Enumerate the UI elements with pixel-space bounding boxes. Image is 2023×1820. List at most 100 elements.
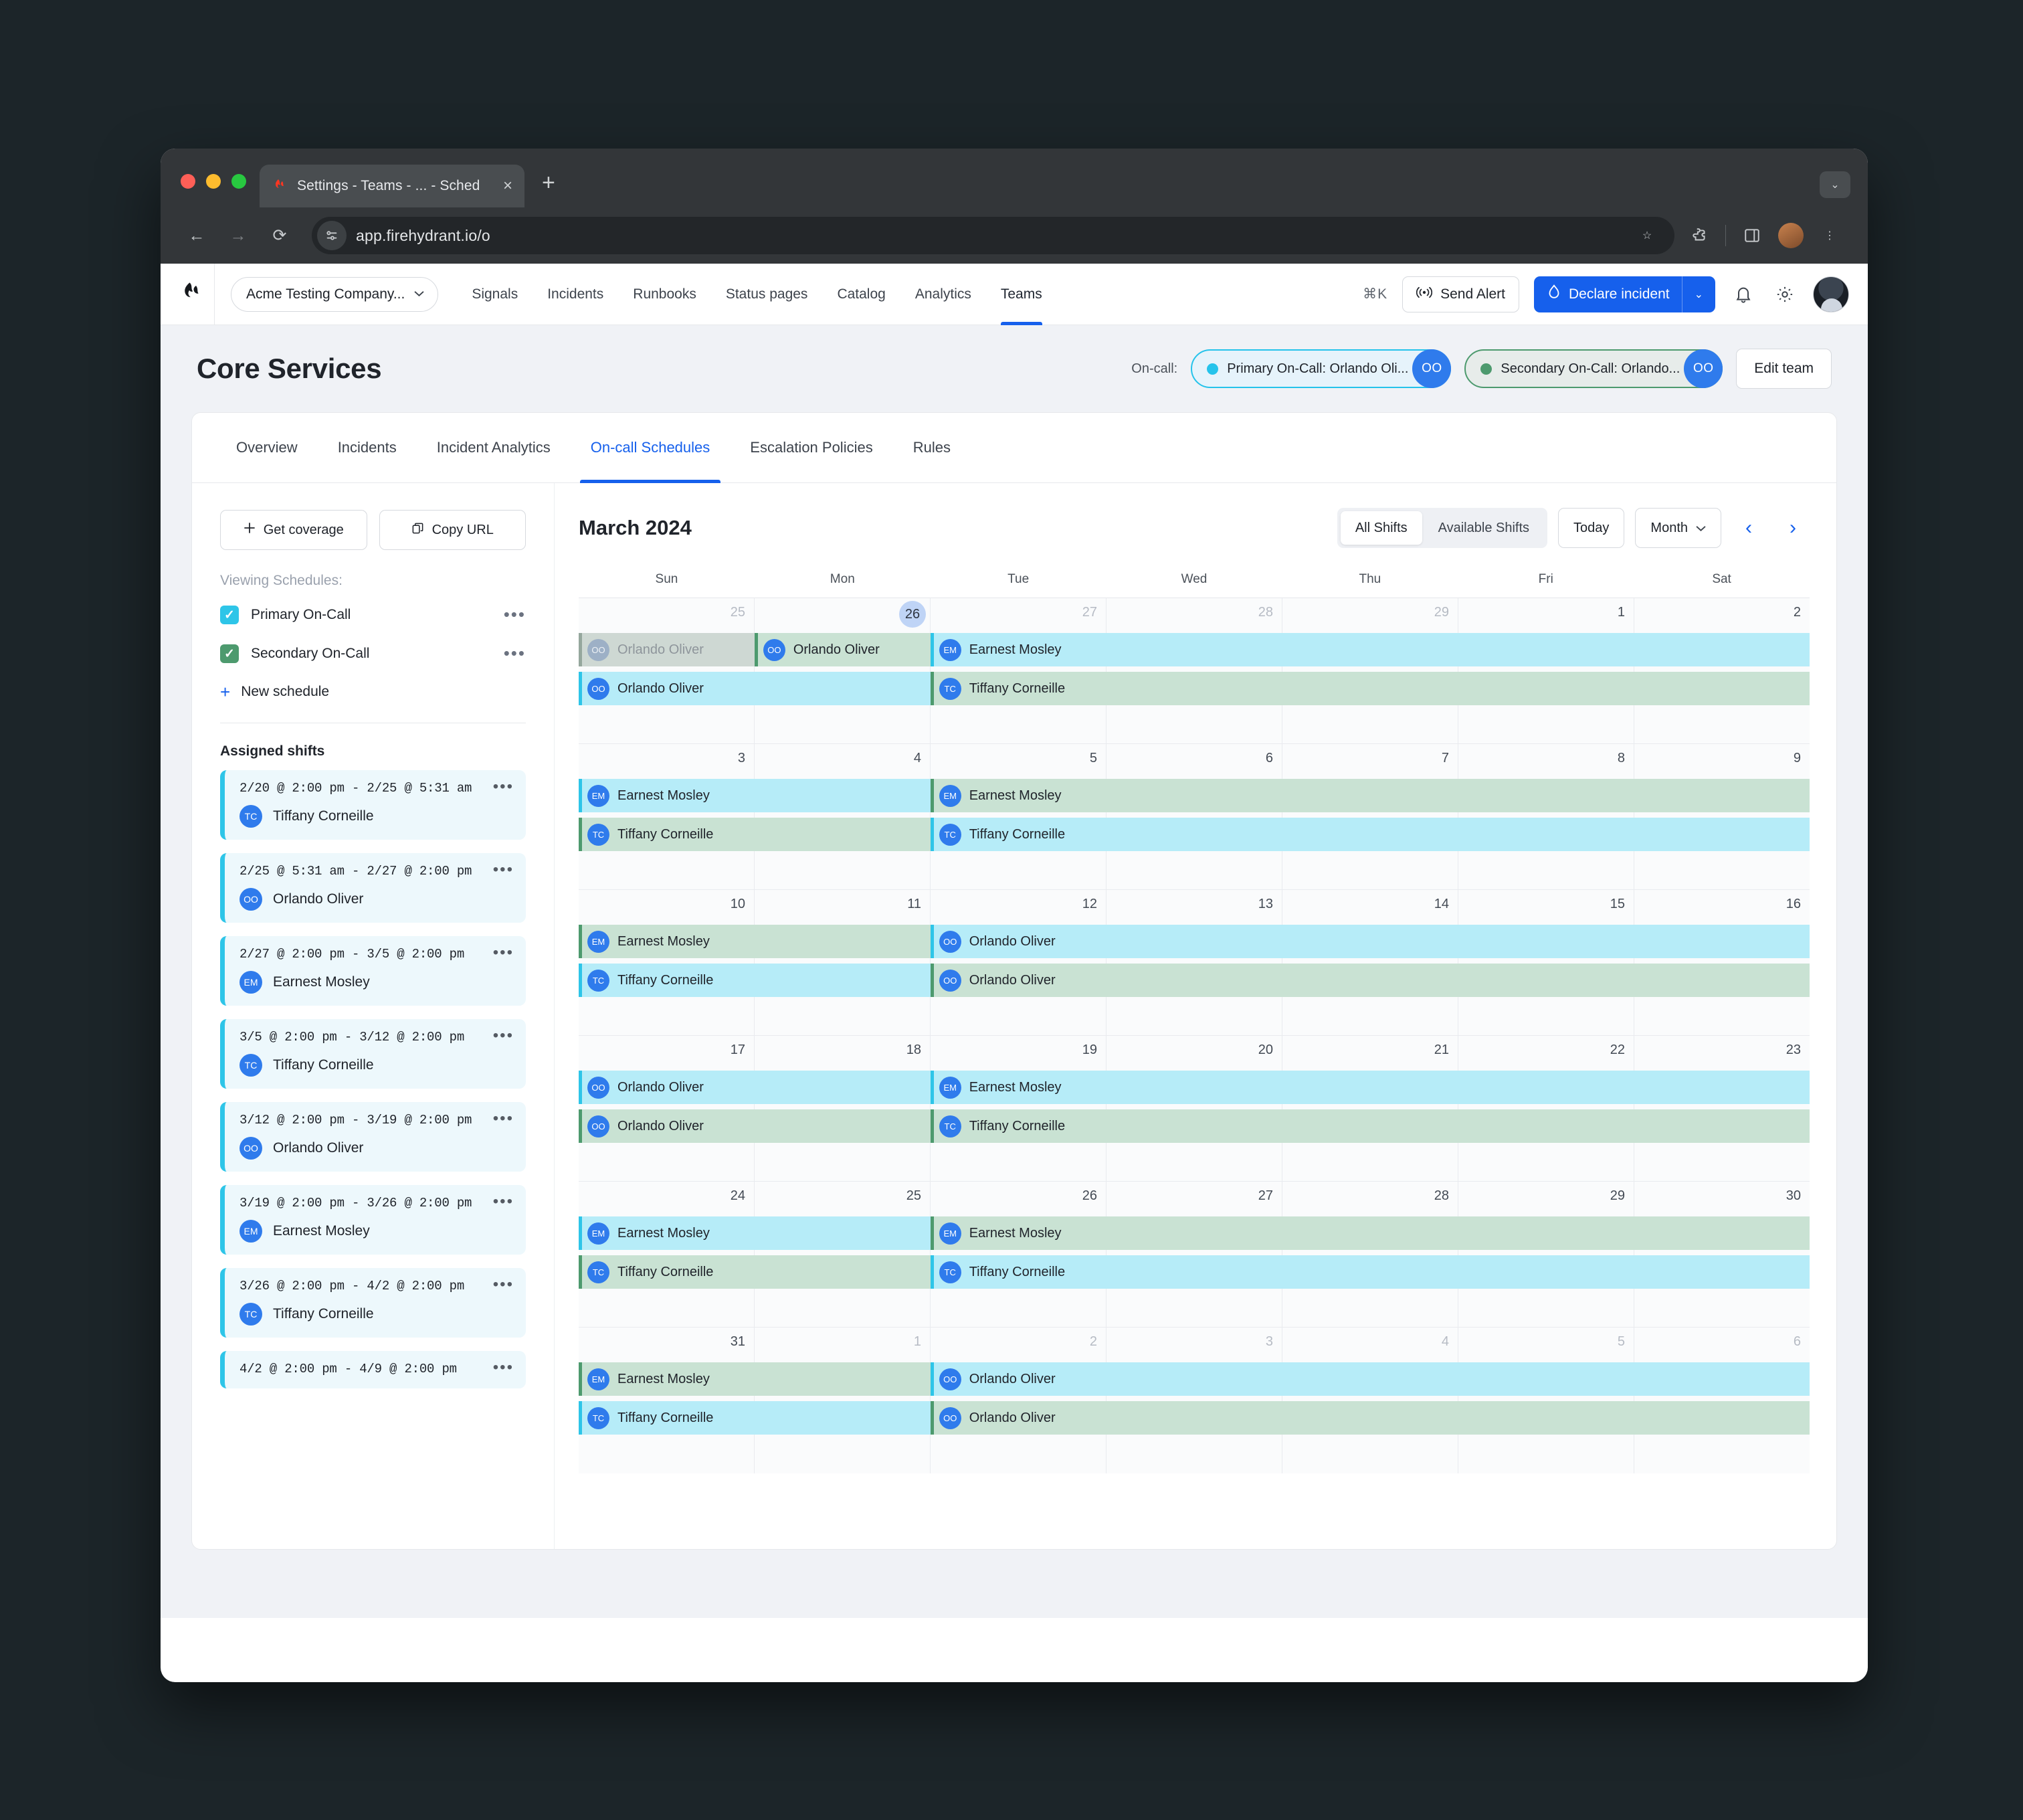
shift-menu-icon[interactable]: ••• — [493, 1359, 514, 1376]
close-tab-icon[interactable]: × — [500, 178, 515, 194]
edit-team-button[interactable]: Edit team — [1736, 349, 1832, 389]
side-panel-icon[interactable] — [1741, 224, 1763, 247]
firehydrant-logo-icon[interactable] — [175, 282, 211, 307]
shift-event[interactable]: TC Tiffany Corneille — [930, 818, 1810, 851]
shift-event[interactable]: TC Tiffany Corneille — [930, 1255, 1810, 1289]
shift-event[interactable]: OO Orlando Oliver — [579, 672, 931, 705]
shift-card[interactable]: 2/25 @ 5:31 am - 2/27 @ 2:00 pm ••• OO Orla… — [220, 853, 526, 923]
shift-event[interactable]: EM Earnest Mosley — [930, 633, 1810, 666]
nav-link-signals[interactable]: Signals — [457, 264, 533, 325]
tab-list-chevron-icon[interactable]: ⌄ — [1820, 171, 1850, 198]
shift-event[interactable]: TC Tiffany Corneille — [579, 1401, 931, 1435]
schedule-row-primary[interactable]: ✓ Primary On-Call ••• — [220, 596, 526, 634]
primary-oncall-pill[interactable]: Primary On-Call: Orlando Oli... OO — [1191, 349, 1452, 388]
shift-event[interactable]: EM Earnest Mosley — [579, 779, 931, 812]
shift-event[interactable]: EM Earnest Mosley — [930, 779, 1810, 812]
plus-icon: + — [220, 681, 231, 702]
previous-period-button[interactable]: ‹ — [1732, 509, 1765, 547]
close-window-button[interactable] — [181, 174, 195, 189]
shift-card[interactable]: 2/20 @ 2:00 pm - 2/25 @ 5:31 am ••• TC Tiff… — [220, 770, 526, 840]
reload-button[interactable]: ⟳ — [261, 217, 298, 254]
shift-card[interactable]: 3/12 @ 2:00 pm - 3/19 @ 2:00 pm ••• OO Orla… — [220, 1102, 526, 1172]
shift-event[interactable]: TC Tiffany Corneille — [930, 672, 1810, 705]
minimize-window-button[interactable] — [206, 174, 221, 189]
new-tab-button[interactable]: + — [542, 171, 555, 194]
shift-card[interactable]: 3/5 @ 2:00 pm - 3/12 @ 2:00 pm ••• TC Tiffa… — [220, 1019, 526, 1089]
shift-event[interactable]: OO Orlando Oliver — [930, 1362, 1810, 1396]
nav-link-analytics[interactable]: Analytics — [900, 264, 986, 325]
forward-button[interactable]: → — [219, 217, 257, 254]
secondary-schedule-checkbox[interactable]: ✓ — [220, 644, 239, 663]
extensions-icon[interactable] — [1688, 224, 1711, 247]
address-bar[interactable]: app.firehydrant.io/o ☆ — [312, 217, 1674, 254]
shift-card[interactable]: 3/26 @ 2:00 pm - 4/2 @ 2:00 pm ••• TC Tiffa… — [220, 1268, 526, 1338]
shift-card[interactable]: 4/2 @ 2:00 pm - 4/9 @ 2:00 pm ••• — [220, 1351, 526, 1388]
declare-incident-button[interactable]: Declare incident ⌄ — [1534, 276, 1715, 312]
tab-incident-analytics[interactable]: Incident Analytics — [417, 413, 571, 482]
nav-link-status-pages[interactable]: Status pages — [711, 264, 823, 325]
shift-menu-icon[interactable]: ••• — [493, 1276, 514, 1293]
shift-menu-icon[interactable]: ••• — [493, 778, 514, 795]
shift-event[interactable]: EM Earnest Mosley — [930, 1071, 1810, 1104]
browser-menu-icon[interactable]: ⋮ — [1818, 224, 1841, 247]
nav-link-incidents[interactable]: Incidents — [533, 264, 618, 325]
shift-event[interactable]: TC Tiffany Corneille — [579, 964, 931, 997]
filter-available-shifts[interactable]: Available Shifts — [1424, 511, 1544, 545]
tab-overview[interactable]: Overview — [216, 413, 318, 482]
shift-card[interactable]: 2/27 @ 2:00 pm - 3/5 @ 2:00 pm ••• EM Earne… — [220, 936, 526, 1006]
shift-event[interactable]: OO Orlando Oliver — [579, 1071, 931, 1104]
primary-schedule-menu-icon[interactable]: ••• — [504, 606, 526, 623]
declare-chevron-down-icon[interactable]: ⌄ — [1682, 288, 1715, 301]
shift-event[interactable]: EM Earnest Mosley — [579, 1362, 931, 1396]
shift-card[interactable]: 3/19 @ 2:00 pm - 3/26 @ 2:00 pm ••• EM Earn… — [220, 1185, 526, 1255]
tab-escalation-policies[interactable]: Escalation Policies — [730, 413, 892, 482]
secondary-schedule-menu-icon[interactable]: ••• — [504, 645, 526, 662]
next-period-button[interactable]: › — [1776, 509, 1810, 547]
command-k-shortcut[interactable]: ⌘K — [1363, 286, 1387, 302]
shift-event[interactable]: OO Orlando Oliver — [930, 925, 1810, 958]
tab-rules[interactable]: Rules — [893, 413, 971, 482]
shift-menu-icon[interactable]: ••• — [493, 944, 514, 961]
shift-event[interactable]: TC Tiffany Corneille — [579, 818, 931, 851]
send-alert-button[interactable]: Send Alert — [1402, 276, 1519, 312]
nav-link-teams[interactable]: Teams — [986, 264, 1057, 325]
shift-event[interactable]: OO Orlando Oliver — [754, 633, 931, 666]
get-coverage-button[interactable]: Get coverage — [220, 510, 367, 550]
notifications-bell-icon[interactable] — [1730, 281, 1757, 308]
view-select[interactable]: Month — [1635, 508, 1721, 548]
chrome-profile-avatar[interactable] — [1778, 223, 1804, 248]
today-button[interactable]: Today — [1558, 508, 1625, 548]
shift-event[interactable]: EM Earnest Mosley — [579, 925, 931, 958]
tab-on-call-schedules[interactable]: On-call Schedules — [571, 413, 731, 483]
back-button[interactable]: ← — [178, 217, 215, 254]
shift-menu-icon[interactable]: ••• — [493, 861, 514, 878]
browser-tab[interactable]: Settings - Teams - ... - Sched × — [260, 165, 524, 207]
shift-event[interactable]: OO Orlando Oliver — [579, 633, 755, 666]
shift-event[interactable]: OO Orlando Oliver — [579, 1109, 931, 1143]
secondary-oncall-pill[interactable]: Secondary On-Call: Orlando... OO — [1464, 349, 1723, 388]
shift-menu-icon[interactable]: ••• — [493, 1193, 514, 1210]
new-schedule-button[interactable]: + New schedule — [220, 673, 526, 711]
schedule-row-secondary[interactable]: ✓ Secondary On-Call ••• — [220, 634, 526, 673]
copy-url-button[interactable]: Copy URL — [379, 510, 526, 550]
shift-menu-icon[interactable]: ••• — [493, 1110, 514, 1127]
user-avatar[interactable] — [1813, 276, 1849, 312]
bookmark-star-icon[interactable]: ☆ — [1636, 224, 1658, 247]
shift-event[interactable]: OO Orlando Oliver — [930, 964, 1810, 997]
shift-menu-icon[interactable]: ••• — [493, 1027, 514, 1044]
maximize-window-button[interactable] — [231, 174, 246, 189]
shift-event[interactable]: EM Earnest Mosley — [930, 1216, 1810, 1250]
nav-link-runbooks[interactable]: Runbooks — [618, 264, 711, 325]
gear-icon[interactable] — [1771, 281, 1798, 308]
shift-event[interactable]: TC Tiffany Corneille — [930, 1109, 1810, 1143]
shift-event[interactable]: OO Orlando Oliver — [930, 1401, 1810, 1435]
site-info-icon[interactable] — [317, 221, 347, 250]
calendar-day-headers: Sun Mon Tue Wed Thu Fri Sat — [579, 561, 1810, 598]
primary-schedule-checkbox[interactable]: ✓ — [220, 606, 239, 624]
filter-all-shifts[interactable]: All Shifts — [1340, 511, 1422, 545]
shift-event[interactable]: EM Earnest Mosley — [579, 1216, 931, 1250]
tab-incidents[interactable]: Incidents — [318, 413, 417, 482]
org-selector[interactable]: Acme Testing Company... — [231, 276, 439, 312]
shift-event[interactable]: TC Tiffany Corneille — [579, 1255, 931, 1289]
nav-link-catalog[interactable]: Catalog — [822, 264, 900, 325]
